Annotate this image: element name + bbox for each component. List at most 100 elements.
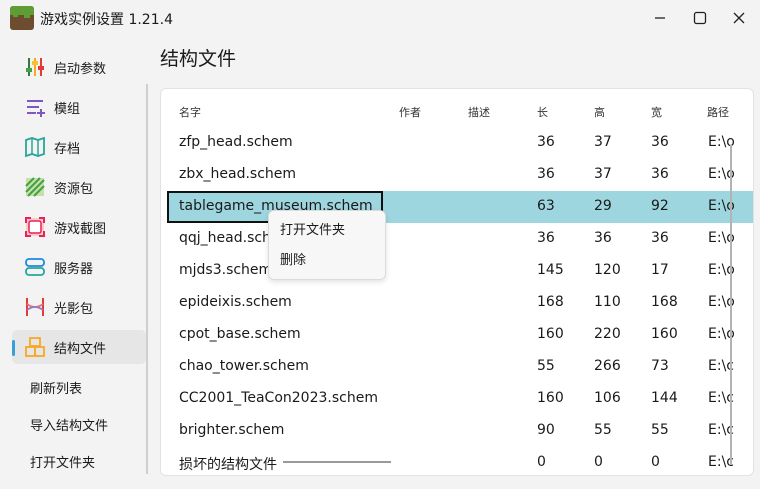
sidebar-item-label: 光影包: [54, 301, 94, 317]
cell-width: 55: [651, 422, 669, 438]
mod-list-icon: [24, 96, 46, 118]
refresh-list-button[interactable]: 刷新列表: [30, 378, 82, 397]
table-row[interactable]: mjds3.schem 145 120 17 E:\o: [167, 255, 753, 287]
cell-name: zbx_head.schem: [179, 166, 297, 182]
cell-length: 0: [537, 454, 546, 470]
sidebar-item-label: 存档: [54, 141, 81, 157]
import-structure-button[interactable]: 导入结构文件: [30, 415, 108, 434]
sidebar-item-launch-params[interactable]: 启动参数: [12, 50, 146, 84]
cell-name: epideixis.schem: [179, 294, 292, 310]
table-row[interactable]: cpot_base.schem 160 220 160 E:\o: [167, 319, 753, 351]
cell-length: 55: [537, 358, 555, 374]
sidebar-item-saves[interactable]: 存档: [12, 130, 146, 164]
table-row[interactable]: brighter.schem 90 55 55 E:\c: [167, 415, 753, 447]
column-header-height[interactable]: 高: [594, 104, 605, 120]
cell-name: chao_tower.schem: [179, 358, 309, 374]
resourcepack-icon: [24, 176, 46, 198]
cell-width: 144: [651, 390, 678, 406]
sidebar-item-structures[interactable]: 结构文件: [12, 330, 146, 364]
table-horizontal-scrollbar[interactable]: [283, 461, 391, 463]
sidebar-item-label: 游戏截图: [54, 221, 107, 237]
cell-name: 损坏的结构文件: [179, 457, 277, 473]
table-vertical-scrollbar[interactable]: [730, 145, 732, 465]
cell-height: 220: [594, 326, 621, 342]
table-row[interactable]: CC2001_TeaCon2023.schem 160 106 144 E:\c: [167, 383, 753, 415]
cell-width: 0: [651, 454, 660, 470]
cell-length: 160: [537, 390, 564, 406]
cell-name: zfp_head.schem: [179, 134, 293, 150]
screenshot-icon: [24, 216, 46, 238]
sidebar-item-label: 资源包: [54, 181, 94, 197]
column-header-description[interactable]: 描述: [468, 104, 490, 120]
close-button[interactable]: [726, 6, 752, 30]
cell-length: 145: [537, 262, 564, 278]
minimize-icon: [655, 17, 665, 19]
sidebar-item-label: 启动参数: [54, 61, 107, 77]
cell-length: 36: [537, 230, 555, 246]
window-title: 游戏实例设置 1.21.4: [40, 12, 173, 28]
open-folder-button[interactable]: 打开文件夹: [30, 452, 95, 471]
table-row[interactable]: chao_tower.schem 55 266 73 E:\c: [167, 351, 753, 383]
sidebar-item-servers[interactable]: 服务器: [12, 250, 146, 284]
cell-width: 17: [651, 262, 669, 278]
table-row[interactable]: epideixis.schem 168 110 168 E:\o: [167, 287, 753, 319]
cell-height: 266: [594, 358, 621, 374]
table-row[interactable]: zfp_head.schem 36 37 36 E:\o: [167, 127, 753, 159]
page-title: 结构文件: [160, 48, 237, 70]
maximize-button[interactable]: [687, 6, 713, 30]
cell-length: 36: [537, 166, 555, 182]
cell-width: 160: [651, 326, 678, 342]
cell-width: 168: [651, 294, 678, 310]
table-header: 名字 作者 描述 长 高 宽 路径: [161, 99, 753, 123]
column-header-width[interactable]: 宽: [651, 104, 662, 120]
cell-height: 55: [594, 422, 612, 438]
map-icon: [24, 136, 46, 158]
cell-name: CC2001_TeaCon2023.schem: [179, 390, 378, 406]
cell-height: 106: [594, 390, 621, 406]
sidebar-item-resourcepacks[interactable]: 资源包: [12, 170, 146, 204]
cell-width: 36: [651, 230, 669, 246]
context-delete[interactable]: 删除: [280, 249, 306, 268]
active-indicator: [12, 340, 15, 356]
grass-block-app-icon: [10, 6, 34, 30]
column-header-author[interactable]: 作者: [399, 104, 421, 120]
cell-name: mjds3.schem: [179, 262, 273, 278]
title-bar: 游戏实例设置 1.21.4: [0, 0, 760, 36]
sidebar-item-label: 模组: [54, 101, 81, 117]
column-header-length[interactable]: 长: [537, 104, 548, 120]
cell-height: 29: [594, 198, 612, 214]
column-header-path[interactable]: 路径: [707, 104, 729, 120]
cell-width: 36: [651, 166, 669, 182]
column-header-name[interactable]: 名字: [179, 104, 201, 120]
table-row[interactable]: 损坏的结构文件 0 0 0 E:\c: [167, 447, 753, 475]
cell-height: 0: [594, 454, 603, 470]
cell-name: cpot_base.schem: [179, 326, 301, 342]
cell-width: 92: [651, 198, 669, 214]
context-open-folder[interactable]: 打开文件夹: [280, 219, 345, 238]
cell-length: 63: [537, 198, 555, 214]
cell-height: 120: [594, 262, 621, 278]
cell-length: 168: [537, 294, 564, 310]
cell-length: 36: [537, 134, 555, 150]
cell-height: 37: [594, 166, 612, 182]
maximize-icon: [693, 11, 707, 25]
table-row[interactable]: qqj_head.schem 36 36 36 E:\o: [167, 223, 753, 255]
sidebar-scrollbar[interactable]: [146, 84, 148, 474]
sidebar-item-mods[interactable]: 模组: [12, 90, 146, 124]
table-row-selected[interactable]: tablegame_museum.schem 63 29 92 E:\o: [167, 191, 753, 223]
table-row[interactable]: zbx_head.schem 36 37 36 E:\o: [167, 159, 753, 191]
minimize-button[interactable]: [647, 6, 673, 30]
cell-length: 90: [537, 422, 555, 438]
close-icon: [733, 12, 745, 24]
cell-name: brighter.schem: [179, 422, 285, 438]
cell-length: 160: [537, 326, 564, 342]
cell-height: 37: [594, 134, 612, 150]
cell-height: 36: [594, 230, 612, 246]
structure-icon: [24, 336, 46, 358]
sliders-icon: [24, 56, 46, 78]
sidebar-item-screenshots[interactable]: 游戏截图: [12, 210, 146, 244]
server-icon: [24, 256, 46, 278]
cell-width: 36: [651, 134, 669, 150]
sidebar-item-shaderpacks[interactable]: 光影包: [12, 290, 146, 324]
cell-width: 73: [651, 358, 669, 374]
